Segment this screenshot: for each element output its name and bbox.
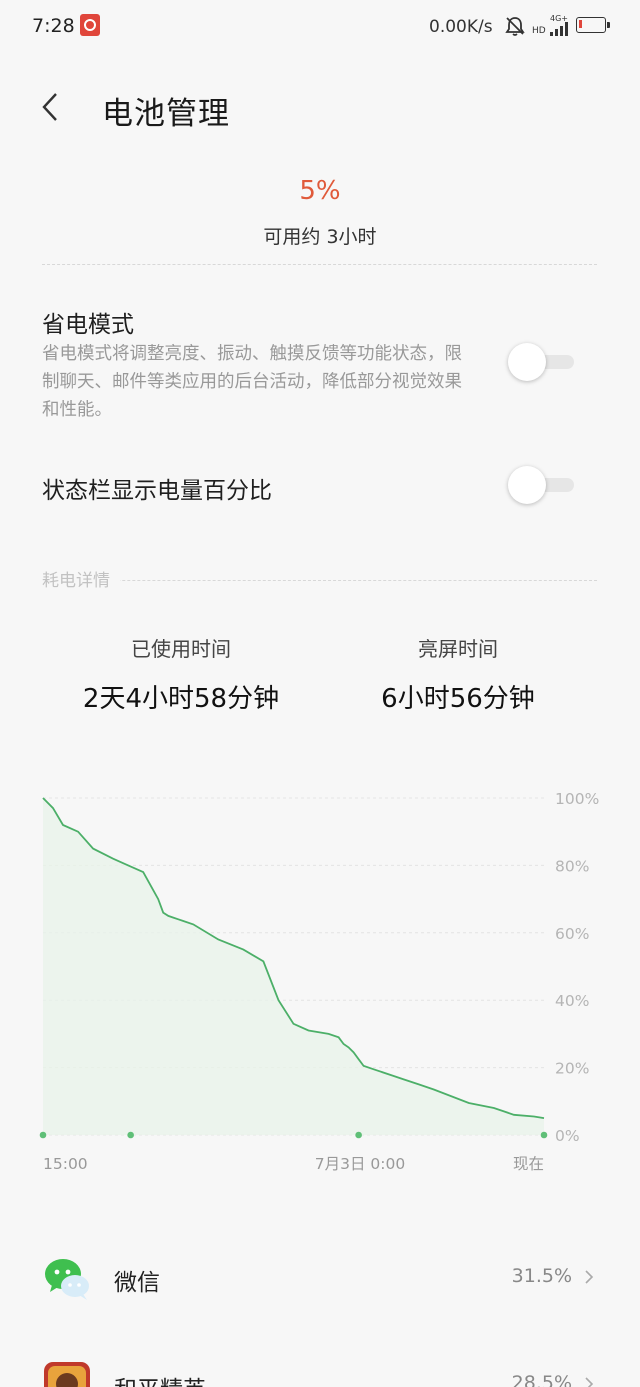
screen-time-value: 6小时56分钟 bbox=[381, 684, 535, 714]
y-tick-label: 80% bbox=[555, 857, 589, 875]
used-time-value: 2天4小时58分钟 bbox=[82, 684, 280, 714]
back-arrow-icon[interactable] bbox=[38, 90, 66, 124]
time-dot bbox=[540, 1131, 548, 1139]
divider bbox=[42, 264, 597, 265]
section-label: 耗电详情 bbox=[42, 566, 120, 591]
x-tick-label: 现在 bbox=[513, 1155, 544, 1173]
battery-chart: 100% 80% 60% 40% 20% 0% 15:00 7月3日 0:00 现在 bbox=[39, 790, 599, 1173]
used-time-label: 已使用时间 bbox=[131, 637, 231, 661]
toggle-knob bbox=[508, 466, 546, 504]
y-tick-label: 0% bbox=[555, 1127, 580, 1145]
y-tick-label: 20% bbox=[555, 1060, 589, 1078]
power-saving-toggle[interactable] bbox=[508, 342, 576, 382]
chevron-right-icon bbox=[585, 1377, 594, 1387]
app-row-wechat[interactable]: 微信 31.5% bbox=[0, 1243, 640, 1313]
netease-music-icon bbox=[80, 14, 100, 36]
app-name: 微信 bbox=[114, 1270, 160, 1296]
time-dot bbox=[355, 1131, 362, 1139]
status-time: 7:28 bbox=[32, 15, 75, 37]
y-tick-label: 100% bbox=[555, 790, 599, 808]
game-icon bbox=[44, 1362, 90, 1387]
y-tick-label: 60% bbox=[555, 925, 589, 943]
chevron-right-icon bbox=[585, 1270, 594, 1284]
battery-remaining: 可用约 3小时 bbox=[263, 226, 377, 248]
screen-time-label: 亮屏时间 bbox=[418, 637, 498, 661]
battery-icon bbox=[576, 17, 610, 33]
time-dot bbox=[39, 1131, 47, 1139]
wechat-icon bbox=[45, 1259, 89, 1300]
signal-icon bbox=[550, 22, 568, 36]
app-row-game[interactable]: 和平精英 28.5% bbox=[0, 1350, 640, 1387]
app-name: 和平精英 bbox=[114, 1370, 206, 1387]
hd-indicator: HD bbox=[532, 26, 546, 36]
x-tick-label: 15:00 bbox=[43, 1155, 88, 1173]
power-saving-title: 省电模式 bbox=[42, 312, 134, 338]
status-percent-title: 状态栏显示电量百分比 bbox=[42, 478, 272, 504]
app-usage-percent: 31.5% bbox=[511, 1265, 572, 1287]
y-tick-label: 40% bbox=[555, 992, 589, 1010]
battery-percent: 5% bbox=[299, 176, 341, 206]
time-dot bbox=[127, 1131, 134, 1139]
battery-area bbox=[43, 798, 544, 1135]
toggle-knob bbox=[508, 343, 546, 381]
status-bar: 7:28 0.00K/s HD 4G+ bbox=[0, 0, 640, 56]
network-speed: 0.00K/s bbox=[429, 17, 493, 37]
power-saving-description: 省电模式将调整亮度、振动、触摸反馈等功能状态，限制聊天、邮件等类应用的后台活动，… bbox=[42, 344, 462, 420]
page-header: 电池管理 bbox=[0, 70, 640, 146]
divider bbox=[42, 580, 597, 581]
status-percent-toggle[interactable] bbox=[508, 465, 576, 505]
app-usage-percent: 28.5% bbox=[511, 1372, 572, 1387]
bell-muted-icon bbox=[505, 17, 525, 36]
page-title: 电池管理 bbox=[102, 96, 230, 132]
x-tick-label: 7月3日 0:00 bbox=[315, 1155, 405, 1173]
